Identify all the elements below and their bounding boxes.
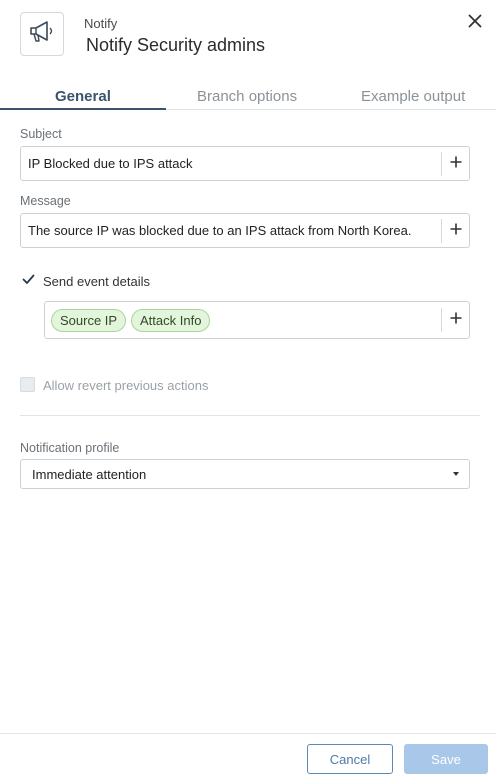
allow-revert-checkbox[interactable] xyxy=(20,377,35,392)
message-add-button[interactable] xyxy=(441,219,469,243)
message-label: Message xyxy=(20,194,71,208)
event-details-field[interactable]: Source IP Attack Info xyxy=(44,301,470,339)
tab-bar: General Branch options Example output xyxy=(0,84,496,110)
megaphone-icon xyxy=(29,20,55,48)
subject-add-button[interactable] xyxy=(441,152,469,176)
dialog-title: Notify Security admins xyxy=(86,35,266,55)
plus-icon xyxy=(450,222,462,240)
chip-attack-info[interactable]: Attack Info xyxy=(131,309,211,332)
plus-icon xyxy=(450,311,462,329)
subject-label: Subject xyxy=(20,127,62,141)
chevron-down-icon xyxy=(453,472,459,476)
send-event-details-label: Send event details xyxy=(43,274,150,289)
tab-example-output[interactable]: Example output xyxy=(361,88,465,105)
cancel-button[interactable]: Cancel xyxy=(307,744,393,774)
close-icon xyxy=(468,14,482,33)
tab-general[interactable]: General xyxy=(55,88,111,105)
dialog-footer: Cancel Save xyxy=(0,733,496,783)
section-divider xyxy=(20,415,480,416)
notification-profile-select[interactable]: Immediate attention xyxy=(20,459,470,489)
message-field[interactable]: The source IP was blocked due to an IPS … xyxy=(20,213,470,248)
notification-profile-label: Notification profile xyxy=(20,441,120,455)
plus-icon xyxy=(450,155,462,173)
allow-revert-label: Allow revert previous actions xyxy=(43,378,209,393)
chip-source-ip[interactable]: Source IP xyxy=(51,309,127,332)
event-details-add-button[interactable] xyxy=(441,308,469,332)
active-tab-indicator xyxy=(0,108,166,110)
close-button[interactable] xyxy=(464,12,486,34)
send-event-details-checkbox[interactable] xyxy=(21,274,35,288)
action-icon-box xyxy=(20,12,64,56)
notification-profile-value: Immediate attention xyxy=(32,467,147,482)
message-value: The source IP was blocked due to an IPS … xyxy=(28,223,412,238)
dialog-overline: Notify xyxy=(84,16,118,31)
save-button[interactable]: Save xyxy=(404,744,488,774)
dialog-header: Notify Notify Security admins xyxy=(0,0,496,80)
subject-field[interactable]: IP Blocked due to IPS attack xyxy=(20,146,470,181)
subject-value: IP Blocked due to IPS attack xyxy=(28,156,193,171)
checkmark-icon xyxy=(22,272,35,290)
tab-branch-options[interactable]: Branch options xyxy=(197,88,297,105)
